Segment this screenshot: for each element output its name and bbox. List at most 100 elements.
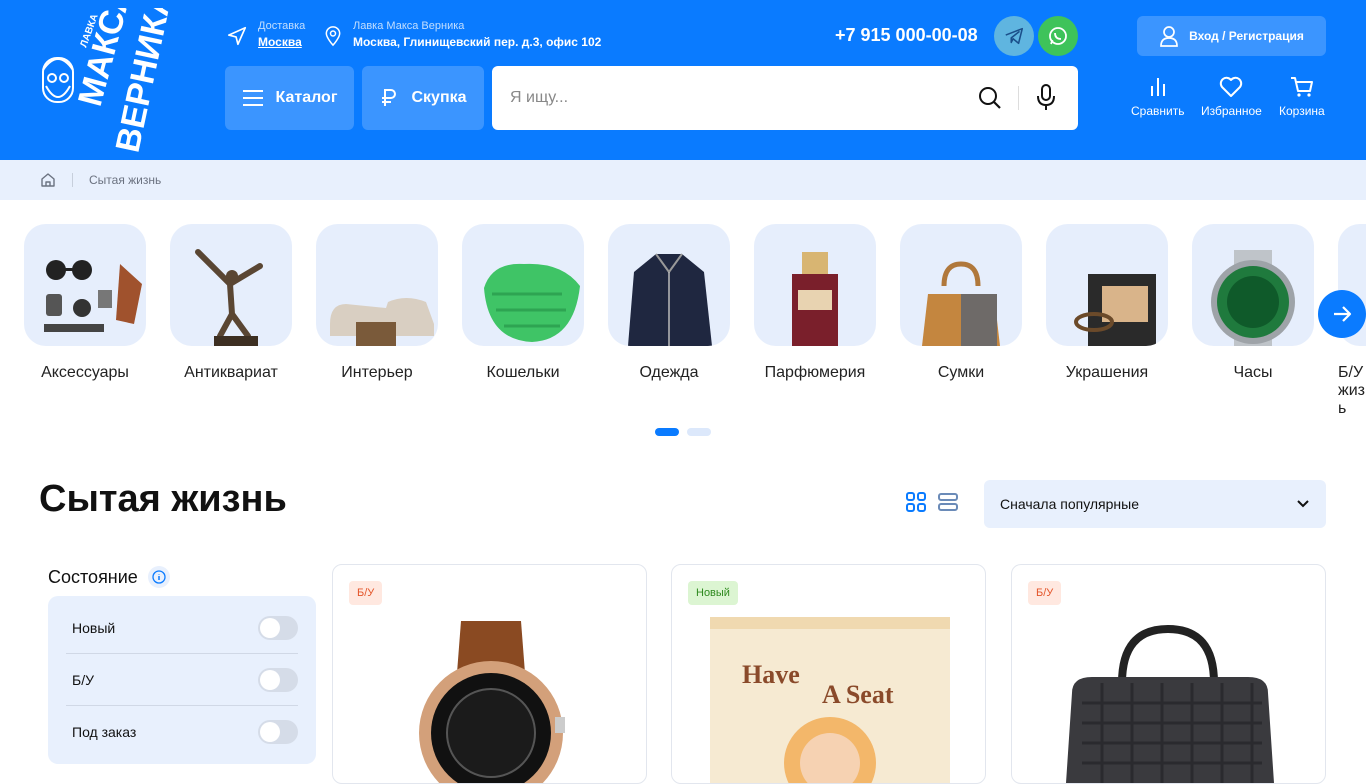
sort-value: Сначала популярные	[1000, 496, 1140, 512]
filter-toggle[interactable]	[258, 667, 298, 692]
search-icon[interactable]	[978, 86, 1002, 110]
category-label: Антиквариат	[184, 364, 278, 381]
heart-icon	[1220, 76, 1243, 97]
category-item[interactable]: Украшения	[1046, 224, 1168, 382]
search-input[interactable]	[510, 86, 950, 110]
condition-badge: Новый	[688, 581, 738, 605]
svg-text:A Seat: A Seat	[822, 680, 894, 709]
watch-image	[1192, 224, 1314, 346]
site-logo[interactable]: ЛАВКА МАКСА ВЕРНИКА	[38, 0, 180, 156]
search-bar	[492, 66, 1078, 130]
category-item[interactable]: Антиквариат	[170, 224, 292, 382]
user-icon	[1160, 26, 1178, 47]
favorites-button[interactable]: Избранное	[1201, 76, 1262, 118]
whatsapp-icon	[1049, 27, 1067, 45]
favorites-label: Избранное	[1201, 104, 1262, 118]
category-item[interactable]: Интерьер	[316, 224, 438, 382]
condition-filter: Новый Б/У Под заказ	[48, 596, 316, 764]
toy-box-image: Have A Seat	[710, 617, 950, 783]
category-label: Интерьер	[341, 364, 413, 381]
perfume-image	[754, 224, 876, 346]
login-button[interactable]: Вход / Регистрация	[1137, 16, 1326, 56]
compare-label: Сравнить	[1131, 104, 1185, 118]
category-item[interactable]: Часы	[1192, 224, 1314, 382]
filter-option[interactable]: Под заказ	[66, 706, 298, 758]
whatsapp-button[interactable]	[1038, 16, 1078, 56]
compare-button[interactable]: Сравнить	[1131, 76, 1184, 118]
filter-option[interactable]: Новый	[66, 602, 298, 654]
product-card[interactable]: Б/У	[332, 564, 647, 784]
site-header: ЛАВКА МАКСА ВЕРНИКА Доставка Москва Лавк…	[0, 0, 1366, 160]
store-address: Лавка Макса Верника Москва, Глинищевский…	[323, 20, 601, 51]
location-pin-icon	[325, 25, 341, 46]
home-icon[interactable]	[40, 172, 56, 188]
carousel-pagination	[655, 428, 711, 436]
checkered-bag-image	[1066, 624, 1274, 783]
filter-option[interactable]: Б/У	[66, 654, 298, 706]
chevron-down-icon	[1297, 500, 1309, 508]
category-item[interactable]: Парфюмерия	[754, 224, 876, 382]
store-address-text: Москва, Глинищевский пер. д.3, офис 102	[353, 35, 602, 49]
breadcrumb-separator	[72, 173, 73, 187]
category-label: Украшения	[1065, 364, 1149, 381]
catalog-label: Каталог	[275, 89, 338, 106]
jacket-image	[608, 224, 730, 346]
jewelry-image	[1046, 224, 1168, 346]
breadcrumb-current: Сытая жизнь	[89, 173, 162, 187]
delivery-selector[interactable]: Доставка Москва	[226, 20, 305, 51]
delivery-label: Доставка	[258, 20, 306, 32]
filter-option-label: Под заказ	[72, 724, 137, 740]
category-carousel: Аксессуары Антиквариат Интерьер Кошельки	[24, 224, 1366, 424]
bag-image	[900, 224, 1022, 346]
condition-badge: Б/У	[349, 581, 383, 605]
buyout-button[interactable]: Скупка	[362, 66, 484, 130]
compare-icon	[1150, 78, 1165, 96]
product-card[interactable]: Б/У	[1011, 564, 1326, 784]
breadcrumb: Сытая жизнь	[0, 160, 1366, 200]
navigation-arrow-icon	[227, 26, 247, 45]
category-item[interactable]: Кошельки	[462, 224, 584, 382]
condition-badge: Б/У	[1028, 581, 1062, 605]
info-icon[interactable]	[147, 566, 170, 588]
cart-label: Корзина	[1279, 104, 1325, 118]
product-card[interactable]: Новый Have A Seat	[671, 564, 986, 784]
list-view-icon[interactable]	[938, 492, 958, 512]
phone-link[interactable]: +7 915 000-00-08	[835, 25, 978, 46]
carousel-dot[interactable]	[655, 428, 679, 436]
category-label: Одежда	[639, 364, 699, 381]
category-item[interactable]: Аксессуары	[24, 224, 146, 382]
carousel-next-button[interactable]	[1318, 290, 1366, 338]
category-label: Парфюмерия	[764, 364, 866, 381]
category-label: Аксессуары	[41, 364, 129, 381]
filter-option-label: Новый	[72, 619, 116, 636]
filter-toggle[interactable]	[258, 615, 298, 640]
carousel-dot[interactable]	[687, 428, 711, 436]
svg-text:Have: Have	[742, 660, 800, 689]
grid-view-icon[interactable]	[906, 492, 926, 512]
search-separator	[1018, 86, 1019, 110]
telegram-button[interactable]	[994, 16, 1034, 56]
filter-heading: Состояние	[48, 566, 170, 588]
arrow-right-icon	[1334, 306, 1352, 322]
filter-option-label: Б/У	[72, 671, 94, 688]
sofa-image	[316, 224, 438, 346]
cart-button[interactable]: Корзина	[1279, 76, 1325, 118]
sort-select[interactable]: Сначала популярные	[984, 480, 1326, 528]
catalog-button[interactable]: Каталог	[225, 66, 354, 130]
store-label: Лавка Макса Верника	[353, 20, 465, 32]
cart-icon	[1290, 77, 1313, 97]
category-label: Кошельки	[486, 364, 560, 381]
microphone-icon[interactable]	[1036, 84, 1056, 112]
category-item[interactable]: Сумки	[900, 224, 1022, 382]
buyout-label: Скупка	[411, 89, 467, 106]
filter-toggle[interactable]	[258, 720, 298, 744]
category-label: Б/У жизнь	[1338, 364, 1366, 417]
menu-icon	[242, 90, 263, 106]
page-title: Сытая жизнь	[39, 478, 287, 520]
delivery-city[interactable]: Москва	[258, 33, 305, 51]
category-label: Часы	[1233, 364, 1273, 381]
category-label: Сумки	[937, 364, 985, 381]
watch-brown-strap-image	[419, 621, 565, 783]
category-item[interactable]: Одежда	[608, 224, 730, 382]
telegram-icon	[1005, 27, 1024, 45]
